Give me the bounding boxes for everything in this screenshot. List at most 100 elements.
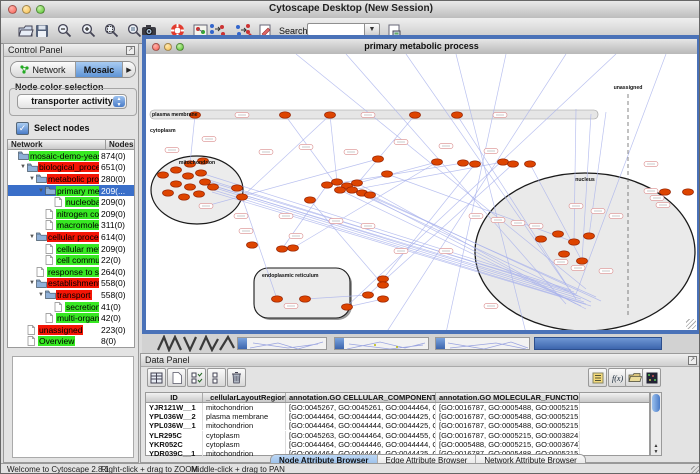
- disclosure-triangle-icon[interactable]: ▼: [37, 292, 45, 298]
- graph-node[interactable]: [183, 173, 194, 179]
- graph-node[interactable]: [237, 194, 248, 200]
- graph-node[interactable]: [305, 197, 316, 203]
- graph-node[interactable]: [382, 171, 393, 177]
- disclosure-triangle-icon[interactable]: ▼: [37, 188, 45, 194]
- select-attributes-icon[interactable]: [147, 368, 166, 387]
- table-cell[interactable]: YPL036W__2: [146, 412, 203, 421]
- tab-network[interactable]: Network: [11, 62, 76, 77]
- graph-node[interactable]: [232, 185, 243, 191]
- tree-row-multi-organism-pro[interactable]: multi-organism pro42(0): [8, 312, 134, 324]
- table-cell[interactable]: [GO:0005488, GO:0005215, GO:0003674]: [436, 440, 580, 449]
- minimized-network-window[interactable]: [334, 337, 429, 350]
- graph-node[interactable]: [559, 251, 570, 257]
- network-view-window[interactable]: primary metabolic process plasma membran…: [142, 35, 700, 334]
- graph-node[interactable]: [458, 160, 469, 166]
- tree-row-overview[interactable]: Overview8(0): [8, 336, 134, 348]
- graph-node[interactable]: [300, 296, 311, 302]
- table-cell[interactable]: YJR121W__1: [146, 403, 203, 412]
- table-cell[interactable]: cytoplasm: [203, 440, 286, 449]
- disclosure-triangle-icon[interactable]: ▼: [28, 280, 36, 286]
- graph-node[interactable]: [363, 292, 374, 298]
- tree-row-response-to-stimulu[interactable]: response to stimulu264(0): [8, 266, 134, 278]
- tree-row-secretion[interactable]: secretion41(0): [8, 301, 134, 313]
- graph-node[interactable]: [470, 161, 481, 167]
- graph-node[interactable]: [352, 180, 363, 186]
- graph-node[interactable]: [569, 239, 580, 245]
- table-cell[interactable]: YDR039C__1: [146, 449, 203, 458]
- table-cell[interactable]: YLR295C: [146, 431, 203, 440]
- graph-node[interactable]: [683, 189, 694, 195]
- table-cell[interactable]: YPL036W__1: [146, 421, 203, 430]
- select-all-attributes-icon[interactable]: [187, 368, 206, 387]
- window-resize-grip[interactable]: [691, 466, 700, 474]
- column-header-region[interactable]: _cellularLayoutRegion: [203, 393, 286, 402]
- graph-node[interactable]: [536, 236, 547, 242]
- zoom-out-icon[interactable]: [55, 21, 73, 40]
- graph-node[interactable]: [196, 170, 207, 176]
- tree-row-transport[interactable]: ▼transport558(0): [8, 289, 134, 301]
- scrollbar-thumb[interactable]: [652, 394, 660, 412]
- tree-column-nodes[interactable]: Nodes: [106, 140, 134, 149]
- graph-node[interactable]: [277, 246, 288, 252]
- graph-node[interactable]: [194, 191, 205, 197]
- network-canvas[interactable]: plasma membranecytoplasmmitochondrionnuc…: [146, 54, 697, 330]
- column-header-molecular[interactable]: annotation.GO MOLECULAR_FUNCTION: [436, 393, 580, 402]
- float-data-panel-icon[interactable]: ↗: [688, 356, 697, 365]
- table-cell[interactable]: [GO:0016787, GO:0005488, GO:0005215, G..…: [436, 421, 580, 430]
- graph-node[interactable]: [332, 179, 343, 185]
- minimized-network-window[interactable]: [435, 337, 530, 350]
- graph-node[interactable]: [378, 276, 389, 282]
- graph-node[interactable]: [208, 184, 219, 190]
- graph-node[interactable]: [200, 179, 211, 185]
- graph-node[interactable]: [272, 296, 283, 302]
- graph-node[interactable]: [498, 159, 509, 165]
- graph-node[interactable]: [577, 258, 588, 264]
- float-panel-icon[interactable]: ↗: [126, 46, 135, 55]
- graph-node[interactable]: [325, 112, 336, 118]
- minimized-network-window[interactable]: [237, 337, 327, 350]
- zoom-in-icon[interactable]: [79, 21, 97, 40]
- graph-node[interactable]: [525, 161, 536, 167]
- tree-row-mosaic-demo-yeast[interactable]: mosaic-demo-yeast874(0): [8, 150, 134, 162]
- attribute-list-icon[interactable]: [588, 368, 607, 387]
- table-cell[interactable]: [GO:0016787, GO:0005488, GO:0005215, G..…: [436, 403, 580, 412]
- table-cell[interactable]: plasma membrane: [203, 412, 286, 421]
- select-nodes-checkbox[interactable]: ✓: [16, 122, 29, 135]
- attribute-table[interactable]: ID_cellularLayoutRegionannotation.GO CEL…: [145, 392, 650, 456]
- table-cell[interactable]: [GO:0045267, GO:0045261, GO:0044464, G..…: [286, 403, 436, 412]
- graph-node[interactable]: [158, 172, 169, 178]
- disclosure-triangle-icon[interactable]: ▼: [19, 164, 27, 170]
- network-view-titlebar[interactable]: primary metabolic process: [146, 39, 697, 55]
- zoom-fit-icon[interactable]: [102, 21, 120, 40]
- canvas-resize-grip[interactable]: [686, 319, 696, 329]
- save-session-icon[interactable]: [33, 21, 51, 40]
- minimized-window-bar[interactable]: [534, 337, 662, 350]
- graph-node[interactable]: [163, 190, 174, 196]
- graph-node[interactable]: [185, 184, 196, 190]
- graph-node[interactable]: [280, 112, 291, 118]
- graph-node[interactable]: [584, 233, 595, 239]
- tree-row-cellular-metabo[interactable]: cellular metabo209(0): [8, 243, 134, 255]
- graph-node[interactable]: [288, 245, 299, 251]
- graph-node[interactable]: [410, 112, 421, 118]
- tree-row-primary-metabo[interactable]: ▼primary metabo209(...: [8, 185, 134, 197]
- graph-node[interactable]: [432, 159, 443, 165]
- tree-row-biological-process[interactable]: ▼biological_process651(0): [8, 162, 134, 174]
- tree-row-unassigned[interactable]: unassigned223(0): [8, 324, 134, 336]
- graph-node[interactable]: [171, 181, 182, 187]
- graph-node[interactable]: [171, 167, 182, 173]
- table-cell[interactable]: mitochondrion: [203, 421, 286, 430]
- table-cell[interactable]: [GO:0044464, GO:0044444, GO:0044425, G..…: [286, 412, 436, 421]
- table-row-ykr052c[interactable]: YKR052Ccytoplasm[GO:0044464, GO:0044446,…: [146, 440, 649, 449]
- graph-node[interactable]: [378, 296, 389, 302]
- graph-node[interactable]: [378, 282, 389, 288]
- graph-node[interactable]: [347, 187, 358, 193]
- table-cell[interactable]: [GO:0016787, GO:0005215, GO:0003824, G..…: [436, 431, 580, 440]
- table-row-ypl036w__2[interactable]: YPL036W__2plasma membrane[GO:0044464, GO…: [146, 412, 649, 421]
- graph-node[interactable]: [335, 187, 346, 193]
- table-scrollbar[interactable]: ▲▼: [650, 392, 662, 456]
- delete-attribute-icon[interactable]: [227, 368, 246, 387]
- table-row-yjr121w__1[interactable]: YJR121W__1mitochondrion[GO:0045267, GO:0…: [146, 403, 649, 412]
- tree-row-cellular-process[interactable]: ▼cellular process614(0): [8, 231, 134, 243]
- graph-node[interactable]: [452, 112, 463, 118]
